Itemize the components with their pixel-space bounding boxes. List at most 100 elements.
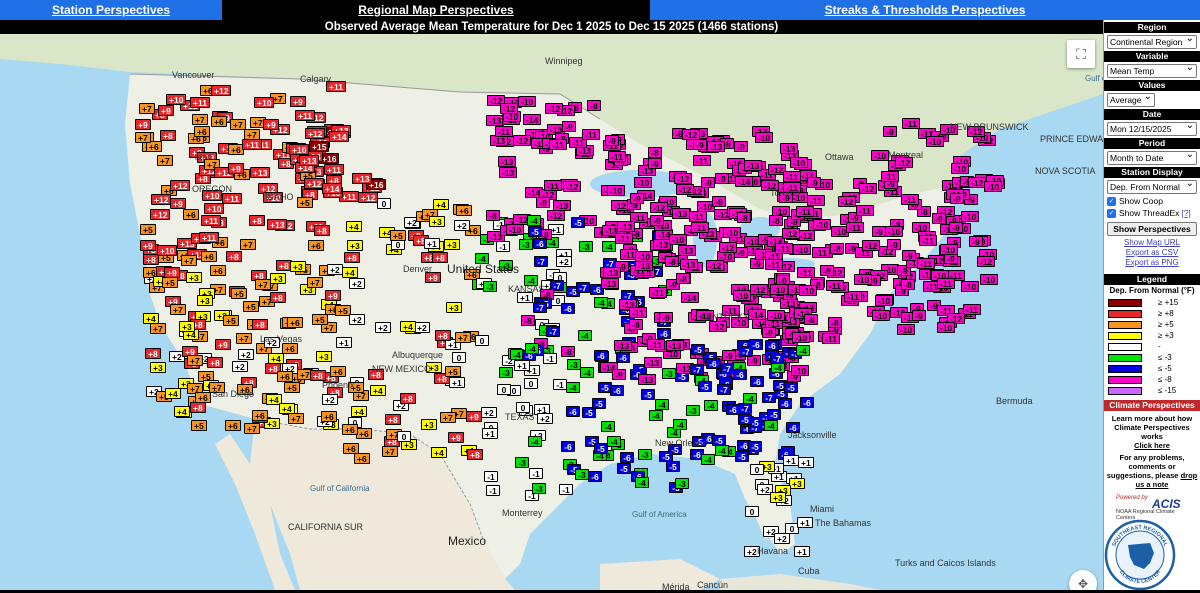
station-marker[interactable]: +5 (243, 301, 259, 312)
station-marker[interactable]: -9 (715, 173, 729, 184)
station-marker[interactable]: -13 (744, 160, 763, 171)
station-marker[interactable]: -7 (690, 364, 704, 375)
map-canvas[interactable]: +6+6+10+12+9+11+5+12+9+10+8+8+12+9+8+6+7… (0, 34, 1103, 590)
station-marker[interactable]: +7 (150, 323, 166, 334)
station-marker[interactable]: -8 (676, 273, 690, 284)
station-marker[interactable]: -8 (587, 100, 601, 111)
station-marker[interactable]: -4 (607, 436, 621, 447)
station-marker[interactable]: -7 (717, 384, 731, 395)
station-marker[interactable]: -5 (666, 461, 680, 472)
station-marker[interactable]: -10 (723, 227, 742, 238)
station-marker[interactable]: 0 (475, 335, 489, 346)
station-marker[interactable]: -4 (764, 420, 778, 431)
station-marker[interactable]: -13 (499, 167, 518, 178)
station-marker[interactable]: -5 (738, 414, 752, 425)
tab-streaks-thresholds-perspectives[interactable]: Streaks & Thresholds Perspectives (650, 0, 1200, 20)
station-marker[interactable]: -1 (484, 471, 498, 482)
station-marker[interactable]: -9 (693, 139, 707, 150)
station-marker[interactable]: -9 (902, 250, 916, 261)
station-marker[interactable]: -5 (617, 463, 631, 474)
station-marker[interactable]: -10 (607, 185, 626, 196)
station-marker[interactable]: -9 (659, 312, 673, 323)
station-marker[interactable]: -5 (712, 435, 726, 446)
station-marker[interactable]: -12 (719, 242, 738, 253)
station-marker[interactable]: +3 (770, 492, 786, 503)
station-marker[interactable]: -5 (735, 451, 749, 462)
station-marker[interactable]: -6 (800, 397, 814, 408)
station-marker[interactable]: +8 (160, 130, 176, 141)
station-marker[interactable]: +6 (342, 424, 358, 435)
station-marker[interactable]: -13 (638, 374, 657, 385)
station-marker[interactable]: +7 (139, 103, 155, 114)
station-marker[interactable]: +11 (190, 97, 210, 108)
station-marker[interactable]: +6 (343, 443, 359, 454)
station-marker[interactable]: +3 (290, 261, 306, 272)
station-marker[interactable]: -7 (533, 302, 547, 313)
station-marker[interactable]: -11 (812, 247, 830, 258)
station-marker[interactable]: +6 (321, 411, 337, 422)
station-marker[interactable]: -13 (678, 245, 697, 256)
station-marker[interactable]: -9 (807, 177, 821, 188)
station-marker[interactable]: -12 (676, 184, 695, 195)
fullscreen-button[interactable]: ⛶ (1067, 40, 1095, 68)
station-marker[interactable]: -4 (525, 343, 539, 354)
station-marker[interactable]: +8 (432, 252, 448, 263)
station-marker[interactable]: -11 (902, 118, 920, 129)
station-marker[interactable]: -9 (932, 213, 946, 224)
station-marker[interactable]: -6 (706, 358, 720, 369)
station-marker[interactable]: -11 (826, 280, 844, 291)
station-marker[interactable]: +1 (783, 455, 799, 466)
station-marker[interactable]: -6 (733, 369, 747, 380)
station-marker[interactable]: +3 (186, 272, 202, 283)
station-marker[interactable]: -9 (630, 193, 644, 204)
station-marker[interactable]: -1 (486, 485, 500, 496)
station-marker[interactable]: -8 (521, 315, 535, 326)
station-marker[interactable]: +6 (210, 265, 226, 276)
station-marker[interactable]: +6 (183, 209, 199, 220)
station-marker[interactable]: -5 (641, 389, 655, 400)
station-marker[interactable]: +6 (195, 392, 211, 403)
station-marker[interactable]: -6 (588, 471, 602, 482)
station-marker[interactable]: +8 (314, 225, 330, 236)
station-marker[interactable]: -8 (828, 317, 842, 328)
station-marker[interactable]: -10 (926, 136, 945, 147)
station-marker[interactable]: +4 (346, 221, 362, 232)
station-marker[interactable]: -11 (649, 287, 667, 298)
station-marker[interactable]: +13 (250, 167, 271, 178)
station-marker[interactable]: -10 (770, 284, 789, 295)
station-marker[interactable]: 0 (745, 506, 759, 517)
station-marker[interactable]: +7 (244, 129, 260, 140)
station-marker[interactable]: -4 (527, 215, 541, 226)
station-marker[interactable]: -9 (734, 141, 748, 152)
station-marker[interactable]: -6 (749, 339, 763, 350)
station-marker[interactable]: +3 (270, 273, 286, 284)
station-marker[interactable]: -11 (937, 278, 955, 289)
station-marker[interactable]: +9 (290, 96, 306, 107)
station-marker[interactable]: -9 (722, 350, 736, 361)
station-marker[interactable]: +14 (322, 183, 343, 194)
station-marker[interactable]: -11 (846, 222, 864, 233)
station-marker[interactable]: -5 (767, 409, 781, 420)
station-marker[interactable]: +6 (225, 420, 241, 431)
station-marker[interactable]: -4 (796, 345, 810, 356)
station-marker[interactable]: +9 (215, 339, 231, 350)
station-marker[interactable]: -6 (657, 328, 671, 339)
station-marker[interactable]: -9 (887, 239, 901, 250)
station-marker[interactable]: +12 (358, 192, 379, 203)
station-marker[interactable]: +5 (231, 288, 247, 299)
station-marker[interactable]: +8 (400, 393, 416, 404)
station-marker[interactable]: +2 (375, 322, 391, 333)
station-marker[interactable]: +2 (349, 314, 365, 325)
station-marker[interactable]: -10 (875, 295, 894, 306)
station-marker[interactable]: 0 (497, 384, 511, 395)
station-marker[interactable]: +9 (140, 240, 156, 251)
station-marker[interactable]: +6 (354, 453, 370, 464)
station-marker[interactable]: +7 (455, 332, 471, 343)
station-marker[interactable]: +11 (222, 193, 242, 204)
station-marker[interactable]: -14 (735, 176, 754, 187)
station-marker[interactable]: -9 (969, 236, 983, 247)
station-marker[interactable]: -7 (576, 282, 590, 293)
station-marker[interactable]: +9 (228, 163, 244, 174)
station-marker[interactable]: +8 (467, 449, 483, 460)
station-marker[interactable]: -9 (562, 121, 576, 132)
